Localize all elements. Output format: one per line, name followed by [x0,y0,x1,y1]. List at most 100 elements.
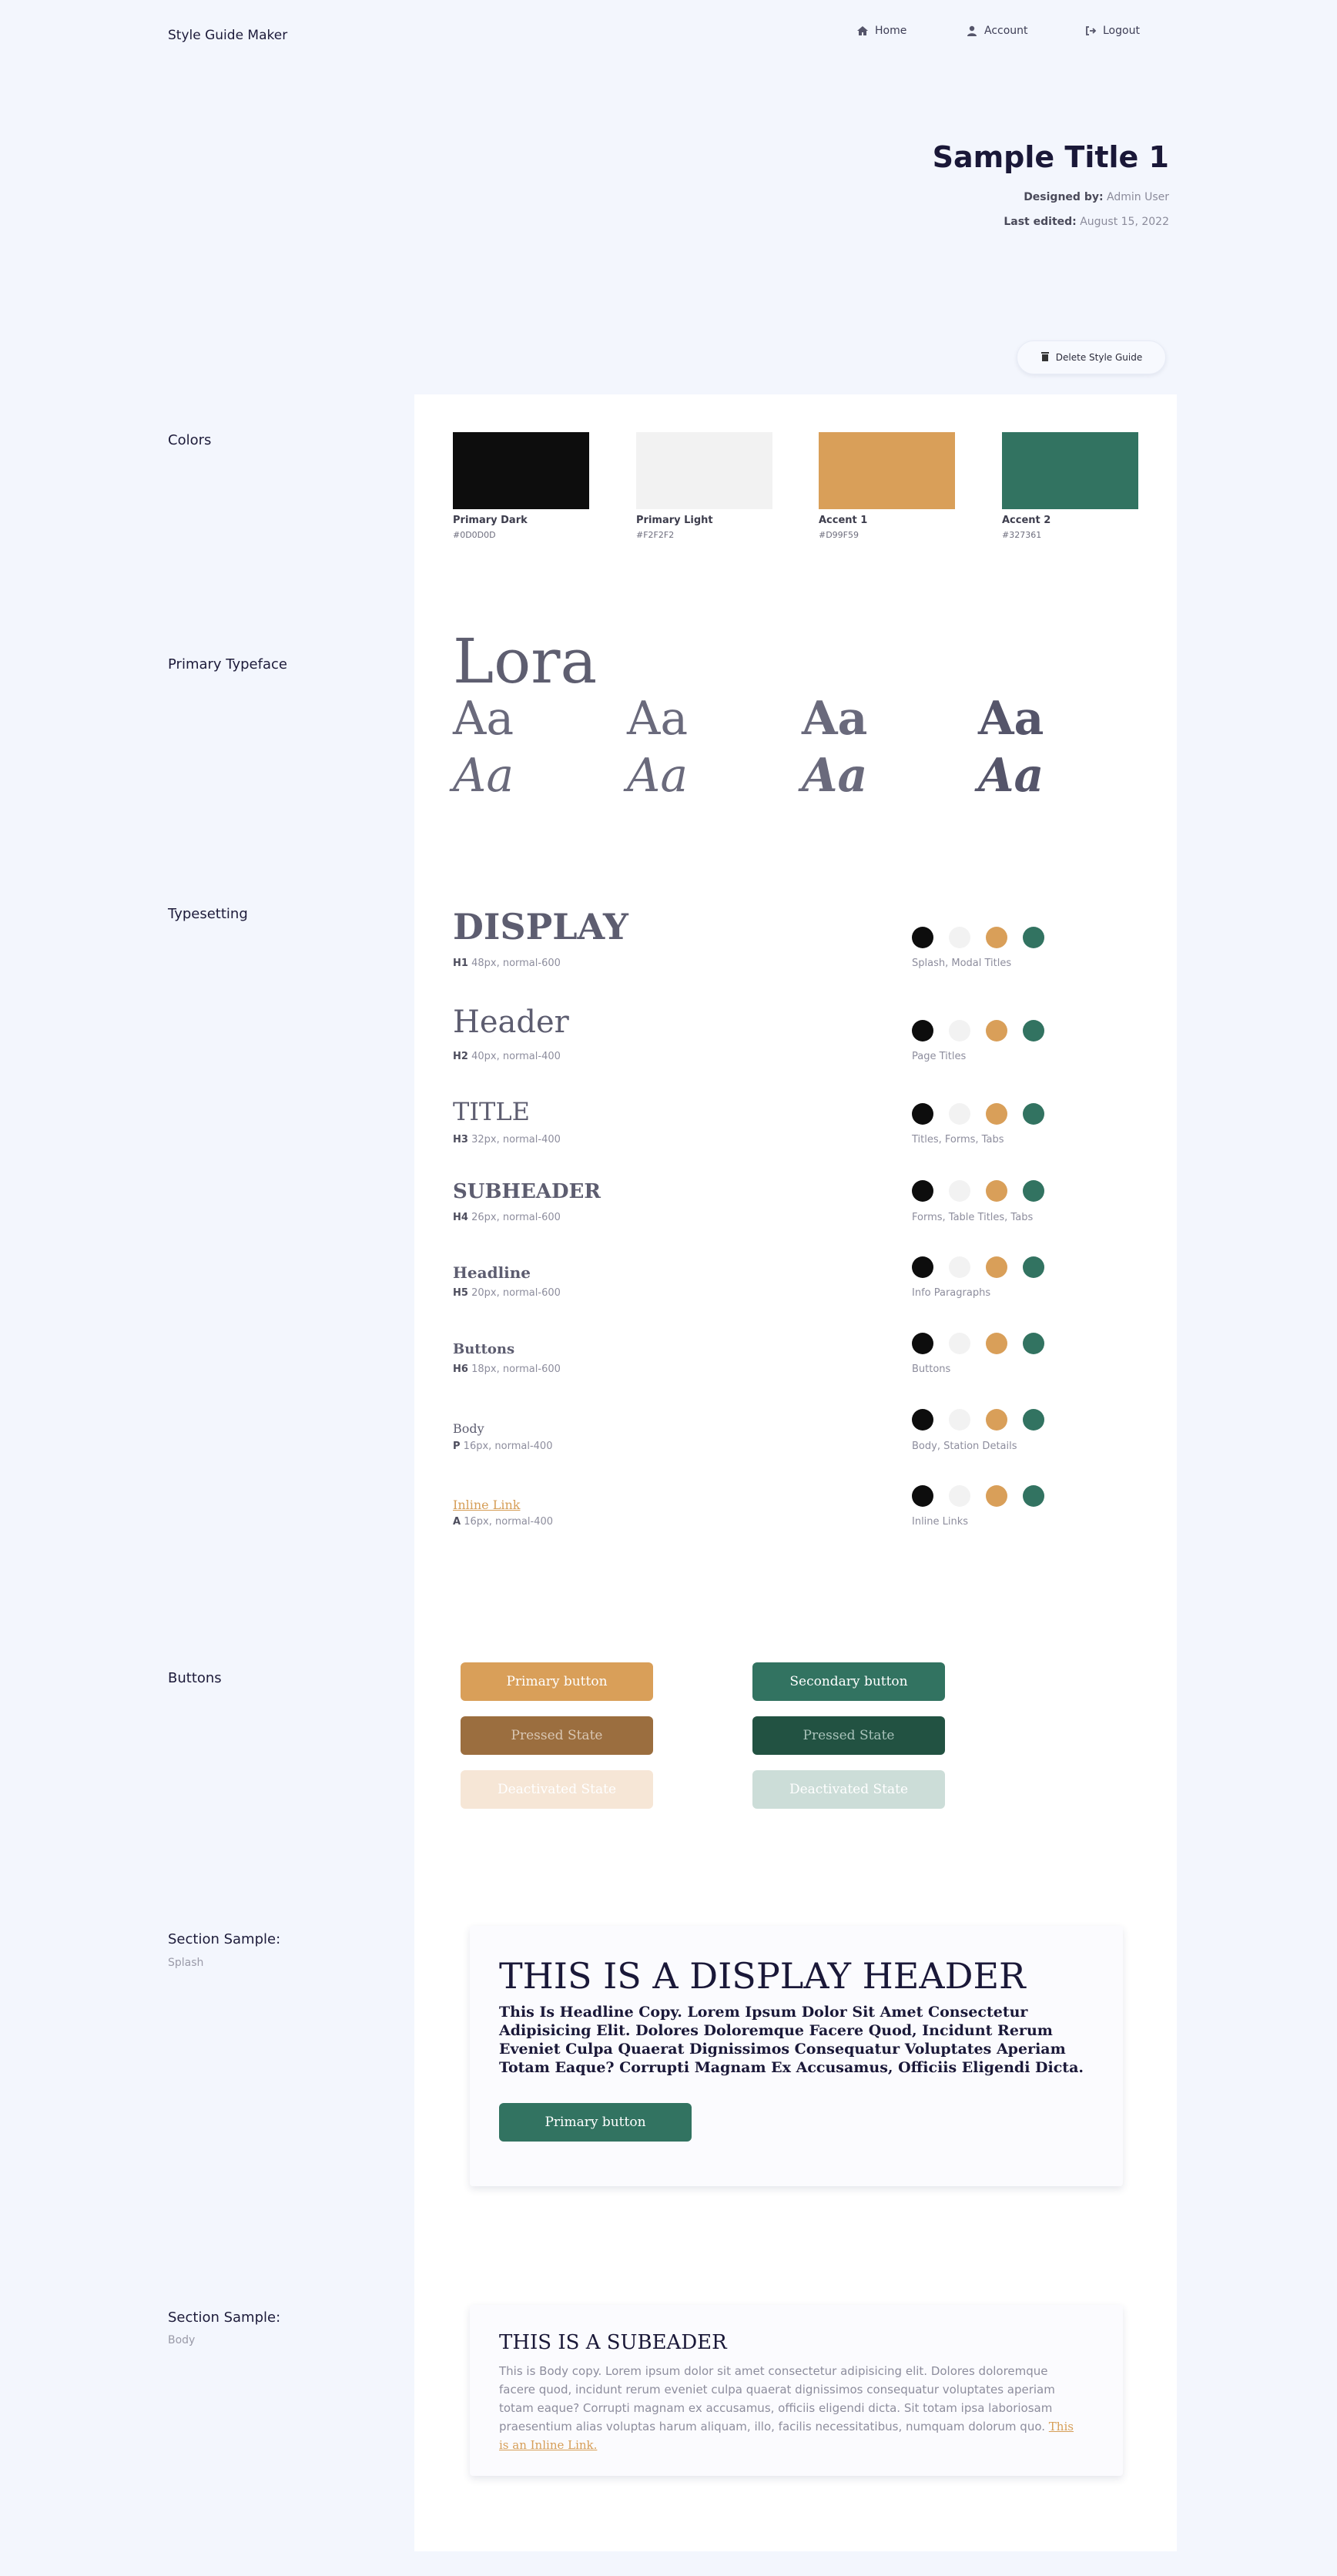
type-sample-a[interactable]: Inline Link [453,1498,520,1512]
swatch-name: Primary Dark [453,515,528,526]
type-spec-value: 16px, normal-400 [464,1516,554,1528]
dot-accent-1 [986,1020,1007,1041]
dot-accent-1 [986,927,1007,948]
dot-accent-2 [1023,1409,1044,1431]
secondary-button[interactable]: Secondary button [752,1662,945,1701]
type-sample-p: Body [453,1421,484,1436]
trash-icon [1040,351,1050,364]
colors-label: Colors [168,432,212,448]
type-usage: Forms, Table Titles, Tabs [912,1212,1034,1223]
home-icon [856,25,869,37]
splash-headline-copy: This Is Headline Copy. Lorem Ipsum Dolor… [499,2004,1084,2076]
body-copy: This is Body copy. Lorem ipsum dolor sit… [499,2362,1084,2454]
type-usage: Info Paragraphs [912,1287,991,1299]
dot-primary-light [949,1333,970,1354]
dot-accent-1 [986,1180,1007,1202]
style-guide-panel [414,394,1177,2551]
splash-section-sub: Splash [168,1957,204,1969]
type-spec-value: 26px, normal-600 [471,1212,561,1223]
typeface-sample-medium: Aa [627,692,689,746]
last-edited-label: Last edited: [1004,216,1077,228]
dot-accent-1 [986,1409,1007,1431]
type-sample-h5: Headline [453,1263,531,1282]
dot-primary-dark [912,1180,933,1202]
nav-logout[interactable]: Logout [1084,25,1140,37]
dot-primary-light [949,1020,970,1041]
dot-primary-light [949,1256,970,1278]
swatch-name: Accent 2 [1002,515,1051,526]
type-tag: H4 [453,1212,468,1223]
dot-primary-dark [912,1020,933,1041]
type-spec: H6 18px, normal-600 [453,1363,561,1375]
primary-pressed-button[interactable]: Pressed State [461,1716,653,1755]
dot-accent-2 [1023,1020,1044,1041]
swatch-primary-dark [453,432,589,509]
primary-button[interactable]: Primary button [461,1662,653,1701]
type-tag: H1 [453,958,468,969]
delete-style-guide-button[interactable]: Delete Style Guide [1017,340,1166,374]
nav-home-label: Home [875,25,907,37]
typeface-sample-bold: Aa [978,692,1044,746]
type-tag: A [453,1516,461,1528]
delete-label: Delete Style Guide [1055,352,1143,363]
body-section-sub: Body [168,2334,196,2346]
secondary-deactivated-button: Deactivated State [752,1770,945,1809]
body-copy-text: This is Body copy. Lorem ipsum dolor sit… [499,2364,1055,2433]
swatch-name: Accent 1 [819,515,868,526]
dot-accent-1 [986,1485,1007,1507]
type-spec: H4 26px, normal-600 [453,1212,561,1223]
designed-by: Designed by: Admin User [1024,191,1169,203]
user-icon [966,25,978,37]
dot-accent-2 [1023,1103,1044,1125]
type-sample-h2: Header [453,1005,569,1040]
body-section-label: Section Sample: [168,2309,281,2326]
app-brand[interactable]: Style Guide Maker [168,28,287,43]
type-usage: Titles, Forms, Tabs [912,1134,1004,1145]
type-spec-value: 48px, normal-600 [471,958,561,969]
swatch-hex: #327361 [1002,530,1042,540]
type-tag: H3 [453,1134,468,1145]
dot-primary-light [949,1485,970,1507]
type-tag: H5 [453,1287,468,1299]
type-sample-h3: TITLE [453,1097,530,1126]
swatch-hex: #F2F2F2 [636,530,675,540]
typeface-name: Lora [453,626,598,697]
dot-primary-light [949,927,970,948]
dot-accent-2 [1023,1180,1044,1202]
splash-display-header: THIS IS A DISPLAY HEADER [499,1955,1026,1997]
primary-deactivated-button: Deactivated State [461,1770,653,1809]
dot-accent-2 [1023,1333,1044,1354]
type-spec-value: 40px, normal-400 [471,1051,561,1062]
dot-primary-dark [912,927,933,948]
splash-primary-button[interactable]: Primary button [499,2103,692,2142]
dot-accent-2 [1023,927,1044,948]
typeface-sample-italic: Aa [453,749,514,803]
type-spec-value: 16px, normal-400 [463,1441,553,1452]
nav-home[interactable]: Home [856,25,906,37]
buttons-label: Buttons [168,1670,222,1686]
body-subheader: THIS IS A SUBEADER [499,2331,727,2354]
type-usage: Body, Station Details [912,1441,1017,1452]
typeface-sample-regular: Aa [453,692,514,746]
swatch-primary-light [636,432,772,509]
type-spec: H5 20px, normal-600 [453,1287,561,1299]
type-spec-value: 32px, normal-400 [471,1134,561,1145]
nav-account[interactable]: Account [966,25,1028,37]
type-spec: H1 48px, normal-600 [453,958,561,969]
type-spec-value: 20px, normal-600 [471,1287,561,1299]
dot-primary-dark [912,1409,933,1431]
type-sample-h4: SUBHEADER [453,1180,601,1203]
type-tag: H6 [453,1363,468,1375]
page-title: Sample Title 1 [932,140,1169,174]
type-usage: Page Titles [912,1051,967,1062]
type-usage: Buttons [912,1363,951,1375]
secondary-pressed-button[interactable]: Pressed State [752,1716,945,1755]
dot-accent-1 [986,1256,1007,1278]
typesetting-label: Typesetting [168,906,248,922]
type-spec: H3 32px, normal-400 [453,1134,561,1145]
type-spec: P 16px, normal-400 [453,1441,552,1452]
swatch-hex: #D99F59 [819,530,860,540]
dot-primary-light [949,1409,970,1431]
typeface-sample-medium-italic: Aa [627,749,689,803]
typeface-sample-semibold: Aa [802,692,868,746]
